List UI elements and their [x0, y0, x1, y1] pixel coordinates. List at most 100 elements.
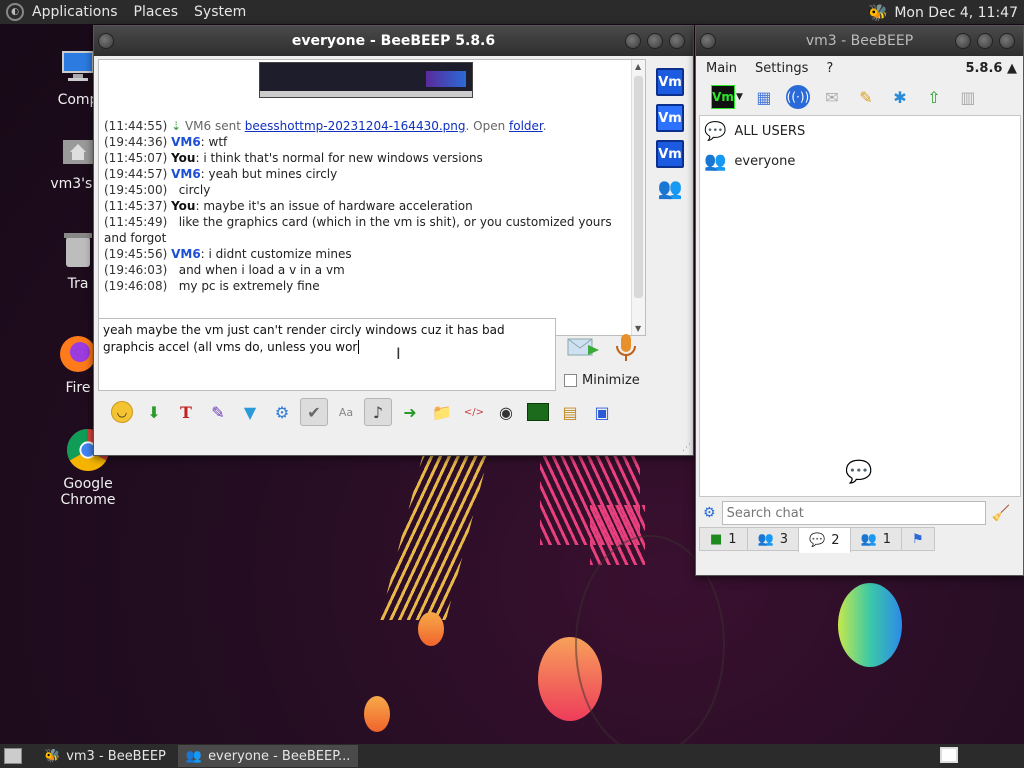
close-window-button[interactable]	[669, 33, 685, 49]
html-button[interactable]: </>	[460, 398, 488, 426]
chat-scrollbar[interactable]: ▲ ▼	[631, 60, 645, 335]
users-icon: 👥	[860, 531, 877, 547]
search-input[interactable]	[721, 501, 986, 525]
message-text: and when i load a v in a vm	[167, 263, 345, 277]
message-text: : yeah but mines circly	[200, 167, 338, 181]
message-sender[interactable]: You	[171, 151, 195, 165]
screenshot-button[interactable]: ◉	[492, 398, 520, 426]
message-button[interactable]: ✉	[819, 84, 845, 110]
write-button[interactable]: ✎	[853, 84, 879, 110]
broom-icon[interactable]: 🧹	[992, 504, 1011, 522]
task-everyone-beebeep[interactable]: 👥 everyone - BeeBEEP...	[177, 745, 359, 767]
note-button[interactable]: ▤	[556, 398, 584, 426]
resize-grip-icon[interactable]: ⋰	[682, 443, 691, 453]
download-button[interactable]: ⬇	[140, 398, 168, 426]
screenshot-thumbnail[interactable]	[259, 62, 473, 98]
menu-main[interactable]: Main	[706, 61, 737, 76]
tab-users[interactable]: ■ 1	[699, 527, 748, 551]
wallpaper-blob	[838, 583, 902, 667]
scroll-down-arrow-icon[interactable]: ▼	[635, 324, 641, 333]
message-text: like the graphics card (which in the vm …	[104, 215, 616, 245]
user-item-all-users[interactable]: 💬 ALL USERS	[700, 116, 1020, 146]
gear-icon[interactable]: ⚙	[703, 505, 716, 521]
send-file-button[interactable]: ➜	[396, 398, 424, 426]
filter-button[interactable]: ▼	[236, 398, 264, 426]
terminal-button[interactable]	[524, 398, 552, 426]
status-button[interactable]: Vm	[710, 84, 736, 110]
emoticon-button[interactable]: ◡	[108, 398, 136, 426]
message-sender[interactable]: VM6	[171, 167, 201, 181]
message-text: : i think that's normal for new windows …	[195, 151, 483, 165]
tab-members[interactable]: 👥 1	[849, 527, 902, 551]
menu-help[interactable]: ?	[826, 61, 833, 76]
minimize-window-button[interactable]	[955, 33, 971, 49]
settings-button[interactable]: ⚙	[268, 398, 296, 426]
scrollbar-thumb[interactable]	[634, 76, 643, 298]
tab-pinned[interactable]: ⚑	[900, 527, 935, 551]
word-complete-button[interactable]: Aa	[332, 398, 360, 426]
message-timestamp: (11:45:07)	[104, 151, 168, 165]
chat-history[interactable]: (11:44:55) ⇣ VM6 sent beesshottmp-202312…	[98, 59, 646, 336]
vm-status-icon: Vm	[711, 85, 735, 109]
color-button[interactable]: ✎	[204, 398, 232, 426]
save-chat-button[interactable]: ▣	[588, 398, 616, 426]
chat-bubbles-icon: 💬	[845, 460, 873, 485]
network-button[interactable]: ((·))	[785, 84, 811, 110]
menu-settings[interactable]: Settings	[755, 61, 808, 76]
tab-groups[interactable]: 👥 3	[746, 527, 800, 551]
clear-button[interactable]: ▥	[955, 84, 981, 110]
message-sender[interactable]: VM6	[171, 135, 201, 149]
message-sender[interactable]: VM6	[171, 247, 201, 261]
sound-button[interactable]: ♪	[364, 398, 392, 426]
user-item-everyone[interactable]: 👥 everyone	[700, 146, 1020, 176]
vm-user-icon[interactable]: Vm	[656, 140, 684, 168]
panel-clock[interactable]: 🐝 Mon Dec 4, 11:47	[868, 3, 1018, 22]
tab-chats[interactable]: 💬 2	[798, 527, 851, 553]
spellcheck-button[interactable]: ✔	[300, 398, 328, 426]
chat-members-icon[interactable]: 👥	[656, 176, 684, 204]
status-dropdown-icon[interactable]: ▼	[736, 92, 743, 102]
message-text: : i didnt customize mines	[200, 247, 352, 261]
message-sender[interactable]: You	[171, 199, 195, 213]
send-message-button[interactable]	[566, 333, 600, 363]
chat-line: (11:44:55) ⇣ VM6 sent beesshottmp-202312…	[104, 118, 629, 134]
open-folder-link[interactable]: folder	[509, 119, 543, 133]
maximize-window-button[interactable]	[647, 33, 663, 49]
menu-system[interactable]: System	[194, 4, 246, 20]
voice-message-button[interactable]	[614, 333, 638, 363]
show-desktop-icon[interactable]	[4, 748, 22, 764]
bee-tray-icon[interactable]: 🐝	[868, 3, 888, 22]
font-button[interactable]: T	[172, 398, 200, 426]
vm-user-icon[interactable]: Vm	[656, 68, 684, 96]
smiley-icon: ◡	[111, 401, 133, 423]
desktop-icon-label: Fire	[65, 380, 91, 396]
maximize-window-button[interactable]	[977, 33, 993, 49]
plugins-button[interactable]: ✱	[887, 84, 913, 110]
menu-places[interactable]: Places	[134, 4, 179, 20]
checkbox-box[interactable]	[564, 374, 577, 387]
menu-applications[interactable]: Applications	[32, 4, 118, 20]
download-icon: ⬇	[147, 402, 161, 422]
share-button[interactable]: ⇧	[921, 84, 947, 110]
window-menu-button[interactable]	[98, 33, 114, 49]
code-icon: </>	[463, 406, 485, 418]
main-window-titlebar[interactable]: vm3 - BeeBEEP	[696, 26, 1023, 56]
main-window-title: vm3 - BeeBEEP	[805, 33, 914, 49]
minimize-checkbox[interactable]: Minimize	[564, 373, 640, 388]
check-icon: ✔	[307, 402, 321, 422]
send-folder-button[interactable]: 📁	[428, 398, 456, 426]
ibeam-cursor-icon: I	[396, 344, 401, 363]
close-window-button[interactable]	[999, 33, 1015, 49]
distro-logo-icon[interactable]: ◐	[6, 3, 24, 21]
message-input[interactable]: yeah maybe the vm just can't render circ…	[98, 318, 556, 391]
profile-button[interactable]: ▦	[751, 84, 777, 110]
window-menu-button[interactable]	[700, 33, 716, 49]
task-vm3-beebeep[interactable]: 🐝 vm3 - BeeBEEP	[36, 745, 174, 767]
workspace-switcher-icon[interactable]	[940, 747, 958, 763]
scroll-up-arrow-icon[interactable]: ▲	[635, 62, 641, 71]
minimize-window-button[interactable]	[625, 33, 641, 49]
user-list[interactable]: 💬 ALL USERS 👥 everyone 💬	[699, 115, 1021, 497]
chat-window-titlebar[interactable]: everyone - BeeBEEP 5.8.6	[94, 26, 693, 56]
vm-user-icon[interactable]: Vm	[656, 104, 684, 132]
file-link[interactable]: beesshottmp-20231204-164430.png	[245, 119, 466, 133]
